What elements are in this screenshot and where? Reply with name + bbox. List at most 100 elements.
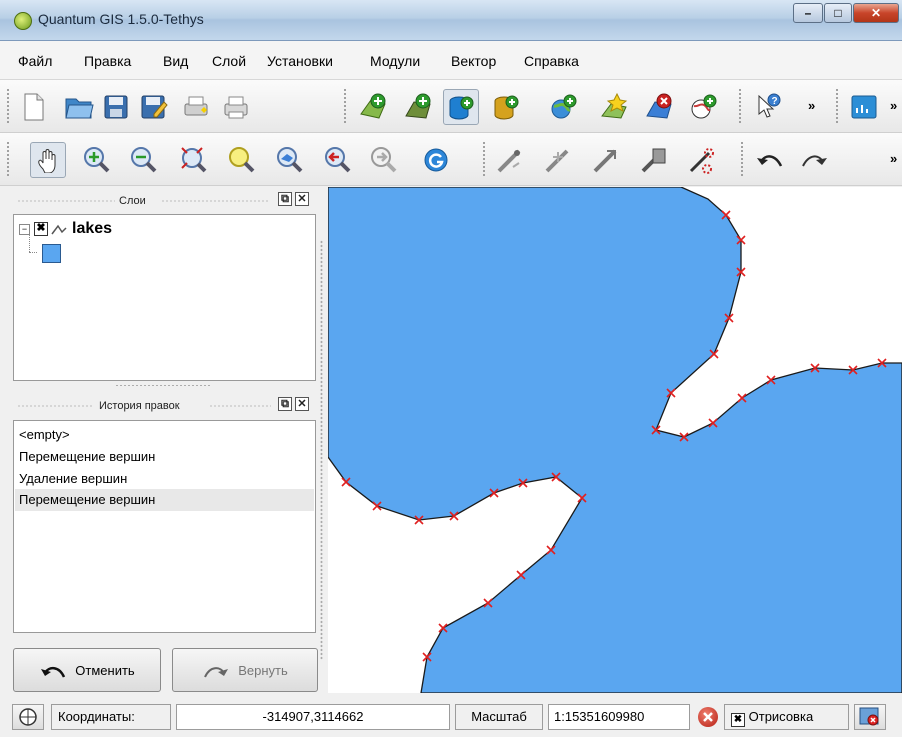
layers-panel-title: Слои: [119, 195, 146, 207]
layers-tree[interactable]: − ✖ lakes: [13, 214, 316, 381]
undo-arrow-icon[interactable]: [752, 142, 788, 178]
delete-vertex-icon[interactable]: [636, 142, 672, 178]
pan-tool-icon[interactable]: [30, 142, 66, 178]
menu-edit[interactable]: Правка: [84, 53, 131, 69]
redo-arrow-icon[interactable]: [796, 142, 832, 178]
menu-bar: Файл Правка Вид Слой Установки Модули Ве…: [0, 41, 902, 80]
maximize-button[interactable]: □: [824, 3, 852, 23]
zoom-last-icon[interactable]: [320, 142, 356, 178]
projection-icon: [859, 707, 879, 726]
toolbar-grip[interactable]: [6, 88, 10, 124]
dock-splitter[interactable]: [320, 240, 323, 660]
menu-view[interactable]: Вид: [163, 53, 188, 69]
toolbar-grip[interactable]: [835, 88, 839, 124]
move-feature-icon[interactable]: [588, 142, 624, 178]
undo-button[interactable]: Отменить: [13, 648, 161, 692]
redo-arrow-icon: [204, 667, 229, 678]
remove-layer-icon[interactable]: [641, 89, 677, 125]
print-icon[interactable]: [218, 89, 254, 125]
redo-button-label: Вернуть: [238, 662, 288, 678]
close-panel-icon[interactable]: ✕: [295, 192, 309, 206]
toolbar-grip[interactable]: [740, 141, 744, 177]
toolbar-grip[interactable]: [343, 88, 347, 124]
panel-splitter[interactable]: [115, 384, 211, 387]
zoom-full-icon[interactable]: [176, 142, 212, 178]
history-item[interactable]: Перемещение вершин: [19, 449, 155, 464]
toolbar-overflow-icon[interactable]: »: [890, 151, 897, 166]
undo-arrow-icon: [41, 667, 66, 678]
history-item[interactable]: <empty>: [19, 427, 70, 442]
redo-button[interactable]: Вернуть: [172, 648, 318, 692]
whats-this-icon[interactable]: ?: [750, 89, 786, 125]
add-postgis-layer-icon[interactable]: [443, 89, 479, 125]
print-composer-icon[interactable]: [178, 89, 214, 125]
layers-panel-header[interactable]: Слои ⧉ ✕: [13, 190, 316, 212]
toolbar-grip[interactable]: [6, 141, 10, 177]
undo-button-label: Отменить: [75, 662, 135, 678]
toolbar-grip[interactable]: [482, 141, 486, 177]
history-item[interactable]: Удаление вершин: [19, 471, 127, 486]
new-project-icon[interactable]: [16, 89, 52, 125]
zoom-to-layer-icon[interactable]: [272, 142, 308, 178]
history-item-selected[interactable]: Перемещение вершин: [15, 489, 314, 511]
add-vector-layer-icon[interactable]: [355, 89, 391, 125]
menu-layer[interactable]: Слой: [212, 53, 246, 69]
menu-plugins[interactable]: Модули: [370, 53, 420, 69]
qgis-logo-icon: [14, 12, 32, 30]
add-spatialite-layer-icon[interactable]: [488, 89, 524, 125]
capture-line-icon[interactable]: [540, 142, 576, 178]
projection-button[interactable]: [854, 704, 886, 730]
float-panel-icon[interactable]: ⧉: [278, 192, 292, 206]
capture-point-icon[interactable]: [492, 142, 528, 178]
new-vector-layer-icon[interactable]: [596, 89, 632, 125]
node-tool-icon[interactable]: [684, 142, 720, 178]
zoom-out-icon[interactable]: [126, 142, 162, 178]
mouse-pointer-icon: [19, 708, 37, 726]
add-wms-layer-icon[interactable]: [546, 89, 582, 125]
render-toggle[interactable]: ✖ Отрисовка: [724, 704, 849, 730]
toolbar-overflow-icon[interactable]: »: [808, 98, 815, 113]
lakes-polygon: [328, 187, 902, 693]
coordinates-field[interactable]: -314907,3114662: [176, 704, 450, 730]
menu-help[interactable]: Справка: [524, 53, 579, 69]
menu-settings[interactable]: Установки: [267, 53, 333, 69]
open-project-icon[interactable]: [61, 89, 97, 125]
title-bar[interactable]: Quantum GIS 1.5.0-Tethys – □ ✕: [0, 0, 902, 41]
map-canvas[interactable]: [328, 187, 902, 693]
zoom-in-icon[interactable]: [79, 142, 115, 178]
add-wfs-layer-icon[interactable]: [686, 89, 722, 125]
menu-file[interactable]: Файл: [18, 53, 52, 69]
menu-vector[interactable]: Вектор: [451, 53, 496, 69]
zoom-to-selection-icon[interactable]: [224, 142, 260, 178]
toolbar-grip[interactable]: [738, 88, 742, 124]
undo-history-panel-header[interactable]: История правок ⧉ ✕: [13, 395, 316, 417]
scale-field[interactable]: 1:15351609980: [548, 704, 690, 730]
stop-render-icon[interactable]: [698, 707, 718, 727]
file-toolbar: ? » »: [0, 80, 902, 133]
layer-visibility-checkbox[interactable]: ✖: [34, 222, 48, 236]
layer-symbol-swatch: [42, 244, 61, 263]
zoom-next-icon[interactable]: [366, 142, 402, 178]
toolbar-overflow-icon[interactable]: »: [890, 98, 897, 113]
coordinate-capture-button[interactable]: [12, 704, 44, 730]
undo-history-list[interactable]: <empty> Перемещение вершин Удаление верш…: [13, 420, 316, 633]
layer-name[interactable]: lakes: [72, 220, 112, 238]
coordinates-label: Координаты:: [51, 704, 171, 730]
status-bar: Координаты: -314907,3114662 Масштаб 1:15…: [0, 699, 902, 734]
save-as-icon[interactable]: [136, 89, 172, 125]
float-panel-icon[interactable]: ⧉: [278, 397, 292, 411]
minimize-button[interactable]: –: [793, 3, 823, 23]
svg-text:?: ?: [772, 96, 778, 107]
add-raster-layer-icon[interactable]: [400, 89, 436, 125]
close-panel-icon[interactable]: ✕: [295, 397, 309, 411]
render-checkbox[interactable]: ✖: [731, 713, 745, 727]
close-button[interactable]: ✕: [853, 3, 899, 23]
save-project-icon[interactable]: [98, 89, 134, 125]
window-title: Quantum GIS 1.5.0-Tethys: [38, 11, 204, 27]
scale-label: Масштаб: [455, 704, 543, 730]
render-label: Отрисовка: [748, 709, 814, 724]
label-tool-icon[interactable]: [846, 89, 882, 125]
refresh-icon[interactable]: [418, 142, 454, 178]
line-layer-icon: [51, 224, 67, 235]
undo-history-panel-title: История правок: [99, 400, 180, 412]
